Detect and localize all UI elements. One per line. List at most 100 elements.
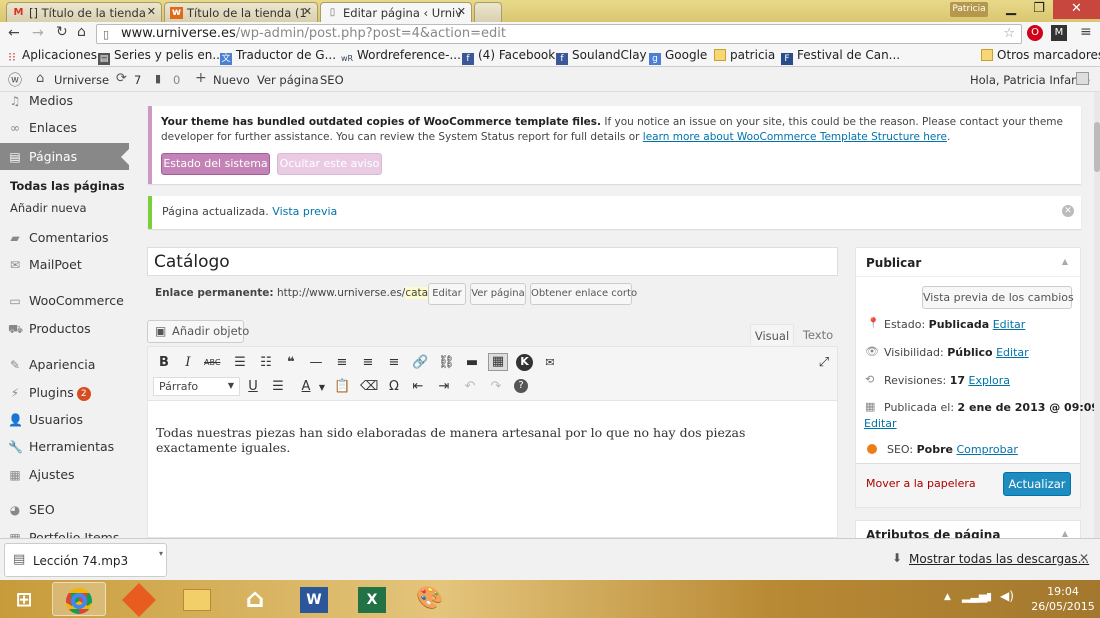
paste-text-icon[interactable]: 📋: [334, 379, 350, 395]
adminbar-site-name[interactable]: Urniverse: [54, 73, 109, 87]
indent-icon[interactable]: ⇥: [436, 379, 452, 395]
adminbar-comments-count[interactable]: 0: [173, 73, 180, 87]
unlink-icon[interactable]: ⛓: [438, 355, 455, 371]
bookmark-facebook[interactable]: f (4) Facebook: [462, 48, 555, 65]
justify-icon[interactable]: ☰: [270, 379, 286, 395]
home-taskbar-icon[interactable]: ⌂: [228, 582, 282, 616]
bookmark-star-icon[interactable]: ☆: [1003, 26, 1015, 41]
fullscreen-icon[interactable]: ⤢: [816, 355, 832, 371]
url-input[interactable]: ▯ www.urniverse.es/wp-admin/post.php?pos…: [96, 24, 1022, 44]
volume-icon[interactable]: ◀): [1000, 589, 1014, 603]
browser-user-badge[interactable]: Patricia: [950, 2, 988, 17]
file-explorer-taskbar-icon[interactable]: [170, 582, 224, 616]
battery-icon[interactable]: ▮: [986, 590, 992, 603]
mailpoet-form-icon[interactable]: ✉: [542, 355, 558, 371]
word-taskbar-icon[interactable]: W: [287, 582, 341, 616]
text-color-dropdown-icon[interactable]: ▼: [314, 380, 330, 396]
minimize-icon[interactable]: ▁: [997, 0, 1025, 19]
align-center-icon[interactable]: ≡: [360, 355, 376, 371]
sidebar-item-woocommerce[interactable]: ▭ WooCommerce: [0, 289, 129, 313]
toolbar-toggle-icon[interactable]: ▦: [488, 353, 508, 371]
windows-start-icon[interactable]: ⊞: [2, 582, 46, 616]
tray-expand-icon[interactable]: ▲: [944, 592, 951, 602]
bullet-list-icon[interactable]: ☰: [232, 355, 248, 371]
update-button[interactable]: Actualizar: [1003, 472, 1071, 496]
horizontal-rule-icon[interactable]: —: [308, 355, 324, 371]
dismiss-icon[interactable]: ✕: [1062, 205, 1074, 217]
bookmark-festival[interactable]: F Festival de Can...: [781, 48, 900, 65]
submenu-all-pages[interactable]: Todas las páginas: [10, 179, 125, 193]
bookmark-other[interactable]: Otros marcadores: [981, 48, 1100, 62]
excel-taskbar-icon[interactable]: X: [345, 582, 399, 616]
sidebar-item-mailpoet[interactable]: ✉ MailPoet: [0, 253, 129, 277]
scrollbar-thumb[interactable]: [1094, 122, 1100, 172]
bold-icon[interactable]: B: [156, 355, 172, 371]
sidebar-item-comments[interactable]: ▰ Comentarios: [0, 226, 129, 250]
blockquote-icon[interactable]: ❝: [283, 355, 299, 371]
bookmark-google[interactable]: g Google: [649, 48, 707, 65]
edit-visibility-link[interactable]: Editar: [996, 346, 1029, 359]
wordpress-logo-icon[interactable]: ⓦ: [8, 70, 22, 90]
page-scrollbar[interactable]: [1094, 92, 1100, 538]
underline-icon[interactable]: U: [245, 379, 261, 395]
edit-status-link[interactable]: Editar: [993, 318, 1026, 331]
bookmark-wordreference[interactable]: wR Wordreference-...: [341, 48, 461, 65]
bookmark-apps[interactable]: ⁝⁝ Aplicaciones: [6, 48, 97, 63]
sidebar-item-tools[interactable]: 🔧 Herramientas: [0, 435, 129, 459]
show-all-downloads-link[interactable]: Mostrar todas las descargas...: [909, 552, 1089, 566]
sidebar-item-seo[interactable]: ◕ SEO: [0, 498, 129, 522]
adminbar-greeting[interactable]: Hola, Patricia Infante: [970, 73, 1090, 87]
outdent-icon[interactable]: ⇤: [410, 379, 426, 395]
network-icon[interactable]: ▂▃▅: [962, 590, 987, 603]
reload-icon[interactable]: ↻: [56, 24, 68, 40]
close-downloads-icon[interactable]: ✕: [1079, 551, 1089, 565]
browser-tab-1[interactable]: M [] Título de la tienda ✕: [6, 2, 162, 22]
format-select[interactable]: Párrafo ▼: [153, 377, 240, 396]
sidebar-item-plugins[interactable]: ⚡ Plugins 2: [0, 381, 129, 405]
page-attributes-box[interactable]: Atributos de página ▲: [855, 520, 1081, 538]
back-icon[interactable]: ←: [8, 25, 20, 41]
read-more-icon[interactable]: ▬: [464, 355, 480, 371]
title-input[interactable]: Catálogo: [147, 247, 838, 276]
add-media-button[interactable]: ▣ Añadir objeto: [147, 320, 249, 343]
align-left-icon[interactable]: ≡: [334, 355, 350, 371]
chrome-taskbar-icon[interactable]: [52, 582, 106, 616]
browse-revisions-link[interactable]: Explora: [969, 374, 1011, 387]
download-item[interactable]: ▤ Lección 74.mp3 ▾: [4, 543, 167, 577]
paint-taskbar-icon[interactable]: 🎨: [403, 582, 457, 616]
adminbar-new[interactable]: Nuevo: [213, 73, 250, 87]
redo-icon[interactable]: ↷: [488, 379, 504, 395]
close-tab-icon[interactable]: ✕: [303, 5, 312, 18]
media-player-taskbar-icon[interactable]: [112, 582, 166, 617]
sidebar-item-portfolio[interactable]: ▦ Portfolio Items: [0, 526, 129, 538]
sidebar-item-settings[interactable]: ▦ Ajustes: [0, 463, 129, 487]
adminbar-updates-count[interactable]: 7: [134, 73, 141, 87]
publish-header[interactable]: Publicar ▲: [856, 248, 1080, 277]
bookmark-translator[interactable]: 文 Traductor de G...: [220, 48, 336, 65]
preview-link[interactable]: Vista previa: [272, 205, 337, 218]
k-plugin-icon[interactable]: K: [516, 354, 533, 371]
strikethrough-icon[interactable]: ABC: [204, 355, 220, 371]
sidebar-item-links[interactable]: ∞ Enlaces: [0, 116, 129, 140]
check-seo-link[interactable]: Comprobar: [957, 443, 1018, 456]
clear-formatting-icon[interactable]: ⌫: [360, 379, 378, 395]
tab-visual[interactable]: Visual: [750, 324, 794, 347]
bookmark-series[interactable]: ▤ Series y pelis en...: [98, 48, 224, 65]
hide-notice-button[interactable]: Ocultar este aviso: [277, 153, 382, 175]
view-page-button[interactable]: Ver página: [470, 283, 526, 305]
tab-text[interactable]: Texto: [798, 324, 838, 346]
sidebar-item-appearance[interactable]: ✎ Apariencia: [0, 353, 129, 377]
editor-content[interactable]: Todas nuestras piezas han sido elaborada…: [156, 425, 826, 455]
submenu-add-new[interactable]: Añadir nueva: [10, 201, 87, 215]
taskbar-clock[interactable]: 19:04 26/05/2015: [1030, 584, 1096, 614]
close-tab-icon[interactable]: ✕: [147, 5, 156, 18]
home-icon[interactable]: ⌂: [77, 24, 86, 40]
sidebar-item-pages[interactable]: ▤ Páginas: [0, 143, 129, 170]
numbered-list-icon[interactable]: ☷: [258, 355, 274, 371]
sidebar-item-media[interactable]: ♫ Medios: [0, 92, 129, 113]
sidebar-item-products[interactable]: ⛟ Productos: [0, 317, 129, 341]
collapse-icon[interactable]: ▲: [1062, 257, 1068, 266]
close-window-icon[interactable]: ✕: [1053, 0, 1100, 19]
forward-icon[interactable]: →: [32, 25, 44, 41]
edit-permalink-button[interactable]: Editar: [428, 283, 466, 305]
